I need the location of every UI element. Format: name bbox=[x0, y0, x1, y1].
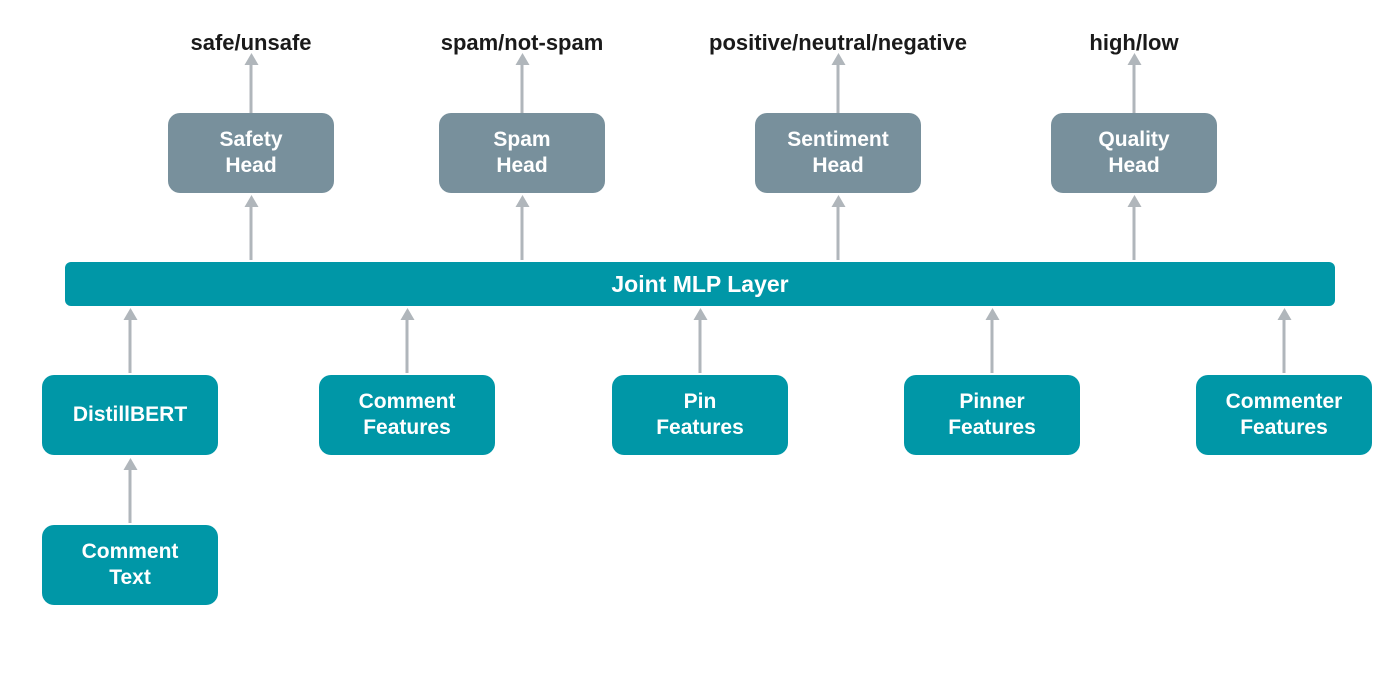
input-pin-features: Pin Features bbox=[612, 375, 788, 455]
head-safety: Safety Head bbox=[168, 113, 334, 193]
source-comment-text: Comment Text bbox=[42, 525, 218, 605]
arrow-safety-output bbox=[250, 63, 253, 113]
head-spam: Spam Head bbox=[439, 113, 605, 193]
arrow-joint-sentiment bbox=[837, 205, 840, 260]
arrow-joint-spam bbox=[521, 205, 524, 260]
arrow-joint-quality bbox=[1133, 205, 1136, 260]
input-pinner-features: Pinner Features bbox=[904, 375, 1080, 455]
input-commenter-features: Commenter Features bbox=[1196, 375, 1372, 455]
input-comment-features: Comment Features bbox=[319, 375, 495, 455]
arrow-sentiment-output bbox=[837, 63, 840, 113]
arrow-spam-output bbox=[521, 63, 524, 113]
head-sentiment: Sentiment Head bbox=[755, 113, 921, 193]
joint-mlp-layer: Joint MLP Layer bbox=[65, 262, 1335, 306]
arrow-joint-safety bbox=[250, 205, 253, 260]
arrow-commenttext-distilbert bbox=[129, 468, 132, 523]
arrow-quality-output bbox=[1133, 63, 1136, 113]
arrow-pinfeat-joint bbox=[699, 318, 702, 373]
arrow-commenterfeat-joint bbox=[1283, 318, 1286, 373]
head-quality: Quality Head bbox=[1051, 113, 1217, 193]
arrow-commentfeat-joint bbox=[406, 318, 409, 373]
arrow-pinnerfeat-joint bbox=[991, 318, 994, 373]
arrow-distilbert-joint bbox=[129, 318, 132, 373]
input-distilbert: DistillBERT bbox=[42, 375, 218, 455]
